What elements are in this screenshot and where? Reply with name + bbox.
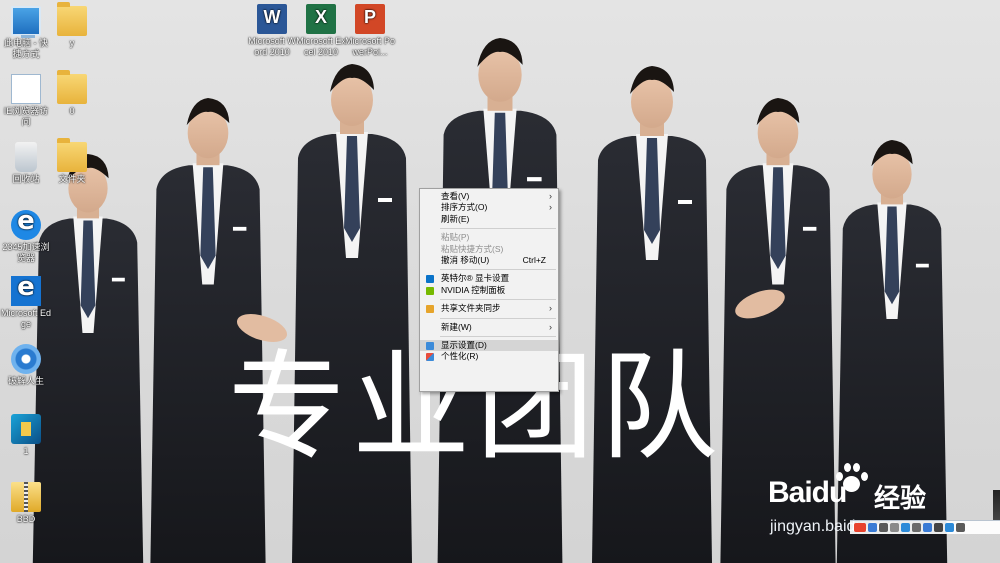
desktop-icon-folder-files[interactable]: 文件夹: [46, 138, 98, 185]
desktop-icon-recycle-bin[interactable]: 回收站: [0, 142, 52, 185]
desktop-icon-archive-bbd[interactable]: BBD: [0, 482, 52, 525]
menu-item-share-sync[interactable]: 共享文件夹同步 ›: [420, 303, 558, 314]
menu-item-paste-shortcut[interactable]: 粘贴快捷方式(S): [420, 244, 558, 255]
menu-separator: [440, 299, 556, 301]
intel-graphics-icon: [426, 275, 434, 284]
desktop-icon-edge[interactable]: Microsoft Edge: [0, 272, 52, 330]
settings-icon[interactable]: [912, 523, 921, 532]
folder-icon: [57, 2, 87, 36]
baidu-paw-icon: [834, 462, 868, 494]
desktop-icon-folder-y[interactable]: y: [46, 2, 98, 49]
powerpoint-icon: [355, 4, 385, 34]
folder-icon: [57, 138, 87, 172]
gear-icon: [11, 344, 41, 374]
personalize-icon: [426, 353, 434, 362]
display-settings-icon: [426, 341, 434, 350]
desktop-icon-game-1[interactable]: 1: [0, 414, 52, 457]
menu-item-nvidia-control-panel[interactable]: NVIDIA 控制面板: [420, 285, 558, 296]
menu-item-refresh[interactable]: 刷新(E): [420, 214, 558, 225]
menu-shortcut: Ctrl+Z: [522, 254, 546, 265]
shield-icon[interactable]: [934, 523, 943, 532]
menu-item-new[interactable]: 新建(W) ›: [420, 322, 558, 333]
volume-icon[interactable]: [879, 523, 888, 532]
folder-icon: [57, 70, 87, 104]
menu-separator: [440, 228, 556, 230]
menu-item-view[interactable]: 查看(V) ›: [420, 191, 558, 202]
desktop-icon-folder-0[interactable]: 0: [46, 70, 98, 117]
desktop-icon-app-life[interactable]: 破解人生: [0, 344, 52, 387]
desktop-icon-ie-shortcut[interactable]: IE浏览器访问: [0, 74, 52, 128]
chevron-right-icon: ›: [549, 303, 552, 314]
shirt-icon[interactable]: [945, 523, 954, 532]
menu-separator: [440, 335, 556, 337]
desktop-icon-this-pc[interactable]: 此电脑 - 快捷方式: [0, 6, 52, 60]
share-sync-icon: [426, 305, 434, 314]
recycle-bin-icon: [15, 142, 37, 172]
person-pocket-square: [111, 277, 125, 282]
nvidia-icon: [426, 286, 434, 295]
input-method-icon[interactable]: [854, 523, 866, 532]
person-pocket-square: [527, 177, 542, 182]
computer-icon: [11, 6, 41, 38]
menu-item-display-settings[interactable]: 显示设置(D): [420, 339, 558, 352]
excel-icon: [306, 4, 336, 34]
person-pocket-square: [378, 198, 392, 202]
menu-item-paste[interactable]: 粘贴(P): [420, 232, 558, 243]
menu-item-undo-move[interactable]: 撤消 移动(U) Ctrl+Z: [420, 255, 558, 266]
menu-item-personalize[interactable]: 个性化(R): [420, 351, 558, 362]
archive-icon: [11, 482, 41, 512]
keyboard-icon[interactable]: [890, 523, 899, 532]
grid-icon[interactable]: [956, 523, 965, 532]
watermark-brand-cn: 经验: [874, 484, 927, 514]
desktop-icon-word[interactable]: Microsoft Word 2010: [246, 4, 298, 58]
word-icon: [257, 4, 287, 34]
desktop-icon-excel[interactable]: Microsoft Excel 2010: [295, 4, 347, 58]
system-tray: [850, 520, 1000, 534]
menu-item-sort-by[interactable]: 排序方式(O) ›: [420, 202, 558, 213]
menu-item-intel-graphics[interactable]: 英特尔® 显卡设置: [420, 273, 558, 284]
person-pocket-square: [678, 200, 692, 204]
person-pocket-square: [915, 263, 929, 268]
edge-icon: [11, 272, 41, 306]
ie-icon: [11, 74, 41, 104]
menu-separator: [440, 269, 556, 271]
desktop-icon-2345-browser[interactable]: 2345加速浏览器: [0, 206, 52, 264]
person-pocket-square: [232, 226, 247, 231]
game-icon: [11, 414, 41, 444]
tray-scroll-edge: [993, 490, 1000, 520]
chevron-right-icon: ›: [549, 202, 552, 213]
person-pocket-square: [802, 226, 817, 231]
chevron-right-icon: ›: [549, 321, 552, 332]
desktop-icon-powerpoint[interactable]: Microsoft PowerPoi...: [344, 4, 396, 58]
cloud-icon[interactable]: [923, 523, 932, 532]
browser-icon: [11, 206, 41, 240]
sync-icon[interactable]: [901, 523, 910, 532]
chevron-right-icon: ›: [549, 191, 552, 201]
network-icon[interactable]: [868, 523, 877, 532]
desktop-context-menu: 查看(V) › 排序方式(O) › 刷新(E) 粘贴(P) 粘贴快捷方式(S) …: [419, 188, 559, 392]
menu-separator: [440, 317, 556, 319]
